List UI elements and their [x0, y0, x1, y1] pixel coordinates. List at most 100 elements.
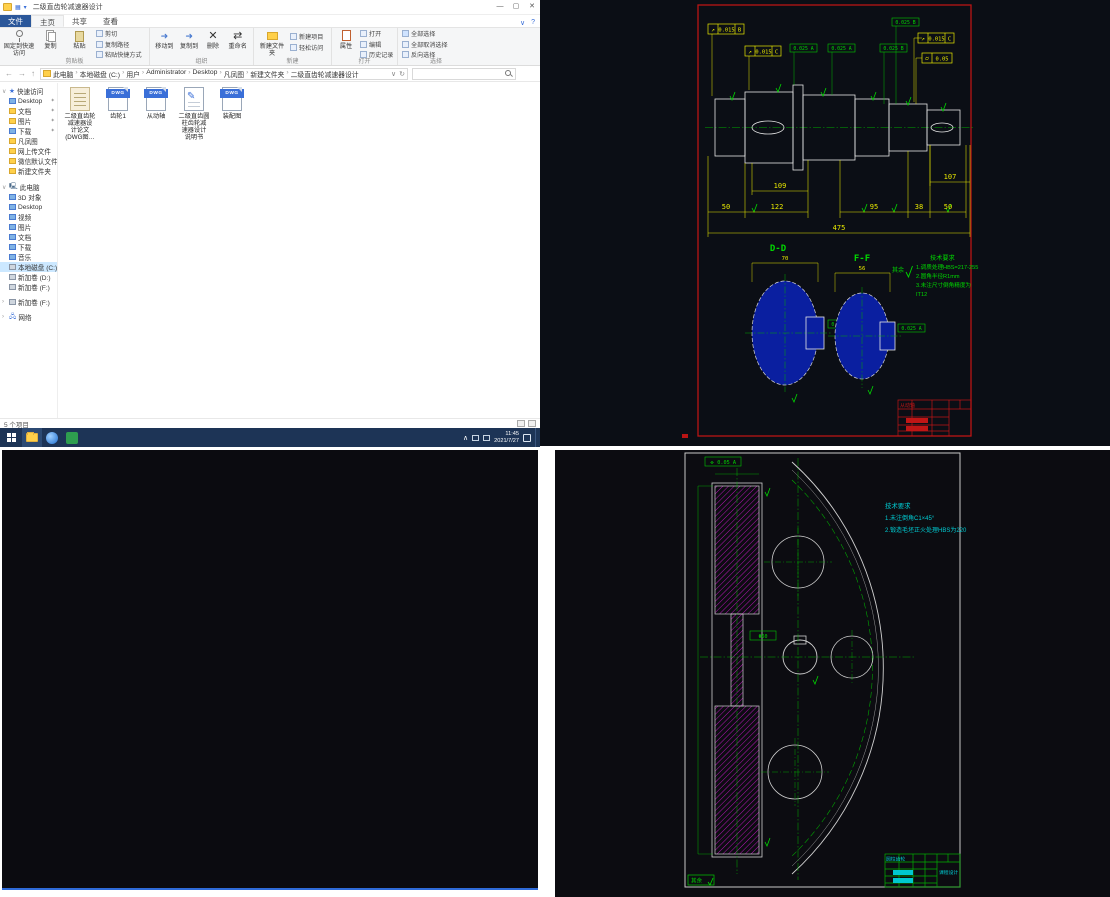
- tray-expand-icon[interactable]: ∧: [463, 434, 468, 442]
- breadcrumb-c-drive[interactable]: 本地磁盘 (C:): [80, 69, 120, 79]
- move-to-button[interactable]: ➜ 移动到: [153, 29, 176, 51]
- copy-to-button[interactable]: ➜ 复制到: [178, 29, 201, 51]
- copy-button[interactable]: 复制: [37, 29, 64, 50]
- details-view-icon[interactable]: [517, 420, 525, 427]
- sidebar-item-downloads-pin[interactable]: 下载 ✦: [0, 126, 57, 136]
- sidebar-item-folder-a[interactable]: 凡凤图: [0, 136, 57, 146]
- volume-icon[interactable]: [483, 434, 491, 441]
- easy-access-button[interactable]: 轻松访问: [290, 43, 323, 52]
- maximize-button[interactable]: ▢: [508, 0, 524, 14]
- breadcrumb-this-pc[interactable]: 此电脑: [53, 69, 73, 79]
- up-button[interactable]: ↑: [31, 69, 35, 78]
- sidebar-item-volume-f-root[interactable]: › 新加卷 (F:): [0, 297, 57, 307]
- new-item-button[interactable]: 新建项目: [290, 32, 323, 41]
- svg-text:2.锻造毛坯正火处理HBS为220: 2.锻造毛坯正火处理HBS为220: [885, 526, 967, 534]
- sidebar-item-3d-objects[interactable]: 3D 对象: [0, 192, 57, 202]
- address-bar[interactable]: 此电脑 › 本地磁盘 (C:) › 用户 › Administrator › Deskt…: [40, 67, 408, 80]
- sidebar-item-pictures-pin[interactable]: 图片 ✦: [0, 116, 57, 126]
- breadcrumb[interactable]: 此电脑 › 本地磁盘 (C:) › 用户 › Administrator › Deskt…: [53, 69, 359, 79]
- breadcrumb-administrator[interactable]: Administrator: [146, 69, 186, 79]
- doc-icon: [70, 87, 90, 111]
- paste-button[interactable]: 粘贴: [66, 29, 93, 50]
- new-folder-button[interactable]: 新建文件夹: [257, 29, 287, 57]
- breadcrumb-folder2[interactable]: 新建文件夹: [250, 69, 284, 79]
- tab-home[interactable]: 主页: [31, 15, 64, 27]
- cut-button[interactable]: 剪切: [96, 29, 142, 38]
- file-item-thesis-doc[interactable]: 二级直齿轮 减速器设 计论文 (DWG图…: [62, 87, 98, 141]
- action-center-icon[interactable]: [523, 433, 531, 442]
- file-item-assembly-dwg[interactable]: DWG 装配图: [214, 87, 250, 120]
- cut-icon: [96, 30, 103, 37]
- network-icon[interactable]: [472, 434, 480, 441]
- ribbon-group-select: 全部选择 全部取消选择 反向选择 选择: [398, 28, 474, 65]
- svg-text:↗: ↗: [921, 36, 925, 43]
- svg-text:0.025 A: 0.025 A: [901, 326, 921, 332]
- sidebar-item-documents-pin[interactable]: 文档 ✦: [0, 106, 57, 116]
- thumbnail-view-icon[interactable]: [528, 420, 536, 427]
- edit-button[interactable]: 编辑: [360, 40, 393, 49]
- open-icon: [360, 30, 367, 37]
- sidebar-item-downloads[interactable]: 下载: [0, 242, 57, 252]
- sidebar-item-videos[interactable]: 视频: [0, 212, 57, 222]
- pin-to-quick-access-button[interactable]: 固定到快速访问: [3, 29, 35, 57]
- dim-122: 122: [771, 203, 784, 211]
- breadcrumb-desktop[interactable]: Desktop: [193, 69, 218, 79]
- bore-dim-label: Φ60: [758, 634, 767, 640]
- properties-button[interactable]: 属性: [335, 29, 357, 50]
- tab-view[interactable]: 查看: [95, 15, 126, 27]
- delete-button[interactable]: ✕ 删除: [203, 29, 224, 50]
- breadcrumb-folder1[interactable]: 凡凤图: [224, 69, 244, 79]
- select-all-button[interactable]: 全部选择: [402, 29, 448, 38]
- sidebar-item-folder-d[interactable]: 新建文件夹: [0, 166, 57, 176]
- quick-access-toolbar[interactable]: ▦ ▾: [15, 4, 27, 11]
- refresh-icon[interactable]: ↻: [399, 70, 405, 78]
- rename-button[interactable]: ⇄ 重命名: [225, 29, 250, 50]
- sidebar-item-volume-d[interactable]: 新加卷 (D:): [0, 272, 57, 282]
- ribbon-collapse-icon[interactable]: ∨: [520, 19, 525, 27]
- forward-button[interactable]: →: [18, 69, 26, 78]
- quick-access-header[interactable]: ∨ ★ 快速访问: [0, 86, 57, 96]
- copy-path-button[interactable]: 复制路径: [96, 40, 142, 49]
- this-pc-header[interactable]: ∨ 🖳 此电脑: [0, 182, 57, 193]
- file-item-gear1-dwg[interactable]: DWG 齿轮1: [100, 87, 136, 120]
- breadcrumb-users[interactable]: 用户: [126, 69, 140, 79]
- file-item-manual-doc[interactable]: ✎ 二级直齿圆 柱齿轮减 速器设计 说明书: [176, 87, 212, 141]
- help-icon[interactable]: ?: [531, 19, 535, 27]
- ribbon-group-open: 属性 打开 编辑 历史记录 打开: [332, 28, 398, 65]
- close-button[interactable]: ✕: [524, 0, 540, 14]
- minimize-button[interactable]: —: [492, 0, 508, 14]
- svg-text:0.025 A: 0.025 A: [793, 46, 813, 52]
- taskbar-green-app[interactable]: [62, 428, 82, 447]
- taskbar-file-explorer[interactable]: [22, 428, 42, 447]
- file-item-driven-shaft-dwg[interactable]: DWG 从动轴: [138, 87, 174, 120]
- svg-text:技术要求: 技术要求: [885, 501, 911, 510]
- ribbon-group-new: 新建文件夹 新建项目 轻松访问 新建: [254, 28, 332, 65]
- taskbar-browser[interactable]: [42, 428, 62, 447]
- address-dropdown-icon[interactable]: ∨: [391, 70, 396, 78]
- svg-text:技术要求: 技术要求: [930, 254, 955, 262]
- sidebar-item-music[interactable]: 音乐: [0, 252, 57, 262]
- start-button[interactable]: [0, 428, 22, 447]
- sidebar-item-pictures[interactable]: 图片: [0, 222, 57, 232]
- sidebar-item-documents[interactable]: 文档: [0, 232, 57, 242]
- sidebar-item-network[interactable]: › 🖧 网络: [0, 312, 57, 323]
- taskbar-clock[interactable]: 11:45 2021/7/27: [494, 431, 519, 444]
- tab-file[interactable]: 文件: [0, 15, 31, 27]
- search-input[interactable]: [413, 70, 505, 77]
- select-none-button[interactable]: 全部取消选择: [402, 40, 448, 49]
- back-button[interactable]: ←: [5, 69, 13, 78]
- search-box[interactable]: [412, 67, 516, 80]
- qat-computer-icon[interactable]: ▦: [15, 4, 21, 11]
- shaft-cad-screenshot: ↗ 0.015 B ↗ 0.015 C ↗ 0.015 C ⌭ 0.05 0.0…: [540, 0, 1110, 446]
- sidebar-item-local-disk-c[interactable]: 本地磁盘 (C:): [0, 262, 57, 272]
- sidebar-item-folder-b[interactable]: 网上传文件: [0, 146, 57, 156]
- sidebar-item-desktop[interactable]: Desktop: [0, 202, 57, 212]
- breadcrumb-current[interactable]: 二级直齿轮减速器设计: [291, 69, 359, 79]
- open-button[interactable]: 打开: [360, 29, 393, 38]
- sidebar-item-volume-f[interactable]: 新加卷 (F:): [0, 282, 57, 292]
- show-desktop-button[interactable]: [535, 428, 538, 447]
- sidebar-item-folder-c[interactable]: 微信默认文件保存位置: [0, 156, 57, 166]
- qat-dropdown-icon[interactable]: ▾: [24, 4, 27, 11]
- sidebar-item-desktop-pin[interactable]: Desktop ✦: [0, 96, 57, 106]
- tab-share[interactable]: 共享: [64, 15, 95, 27]
